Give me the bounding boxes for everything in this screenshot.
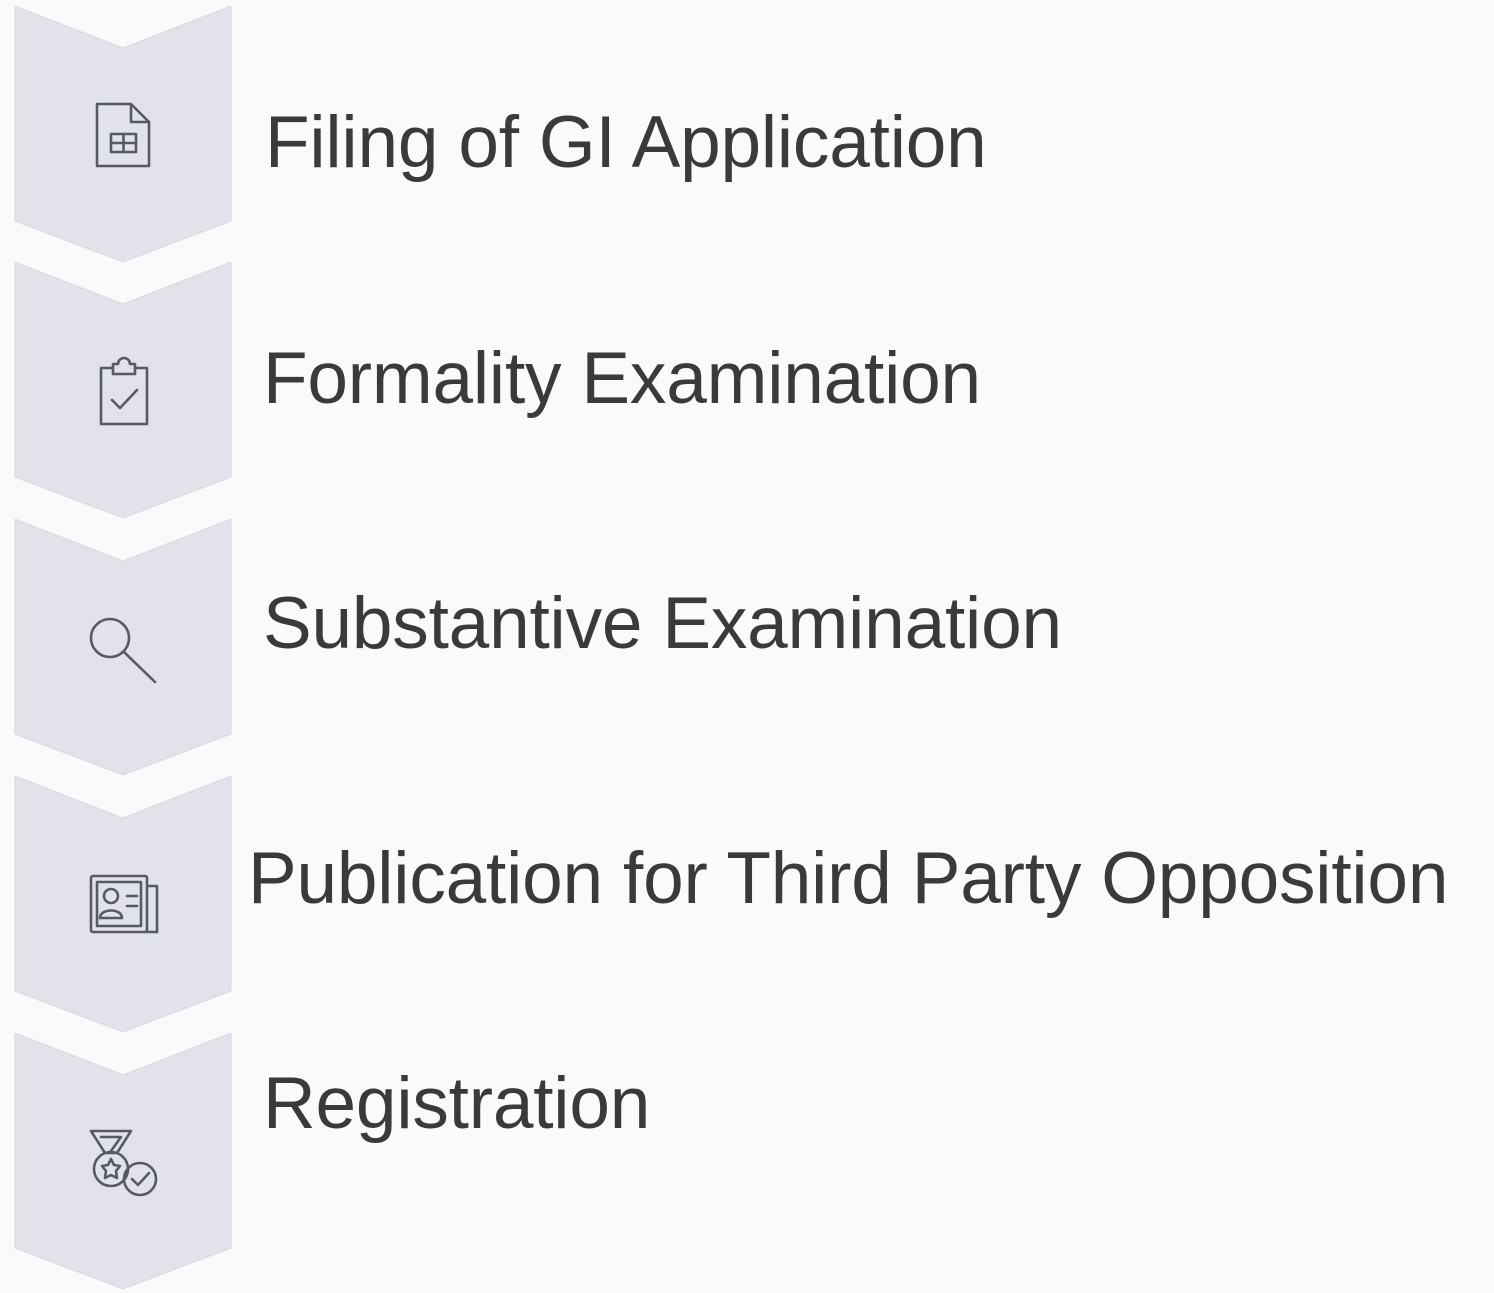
spreadsheet-document-icon (83, 96, 163, 176)
medal-award-check-icon (83, 1123, 163, 1203)
newspaper-profile-icon (83, 866, 163, 946)
step-label: Substantive Examination (263, 583, 1062, 664)
step-substantive-examination: Substantive Examination (0, 519, 1494, 779)
magnifier-search-icon (83, 609, 163, 689)
step-label: Filing of GI Application (265, 102, 987, 183)
clipboard-check-icon (83, 348, 163, 428)
step-label: Registration (263, 1063, 651, 1144)
step-filing: Filing of GI Application (0, 6, 1494, 266)
step-formality-examination: Formality Examination (0, 262, 1494, 522)
step-label: Publication for Third Party Opposition (248, 838, 1449, 919)
step-label: Formality Examination (263, 338, 981, 419)
step-publication: Publication for Third Party Opposition (0, 776, 1494, 1036)
step-registration: Registration (0, 1033, 1494, 1293)
